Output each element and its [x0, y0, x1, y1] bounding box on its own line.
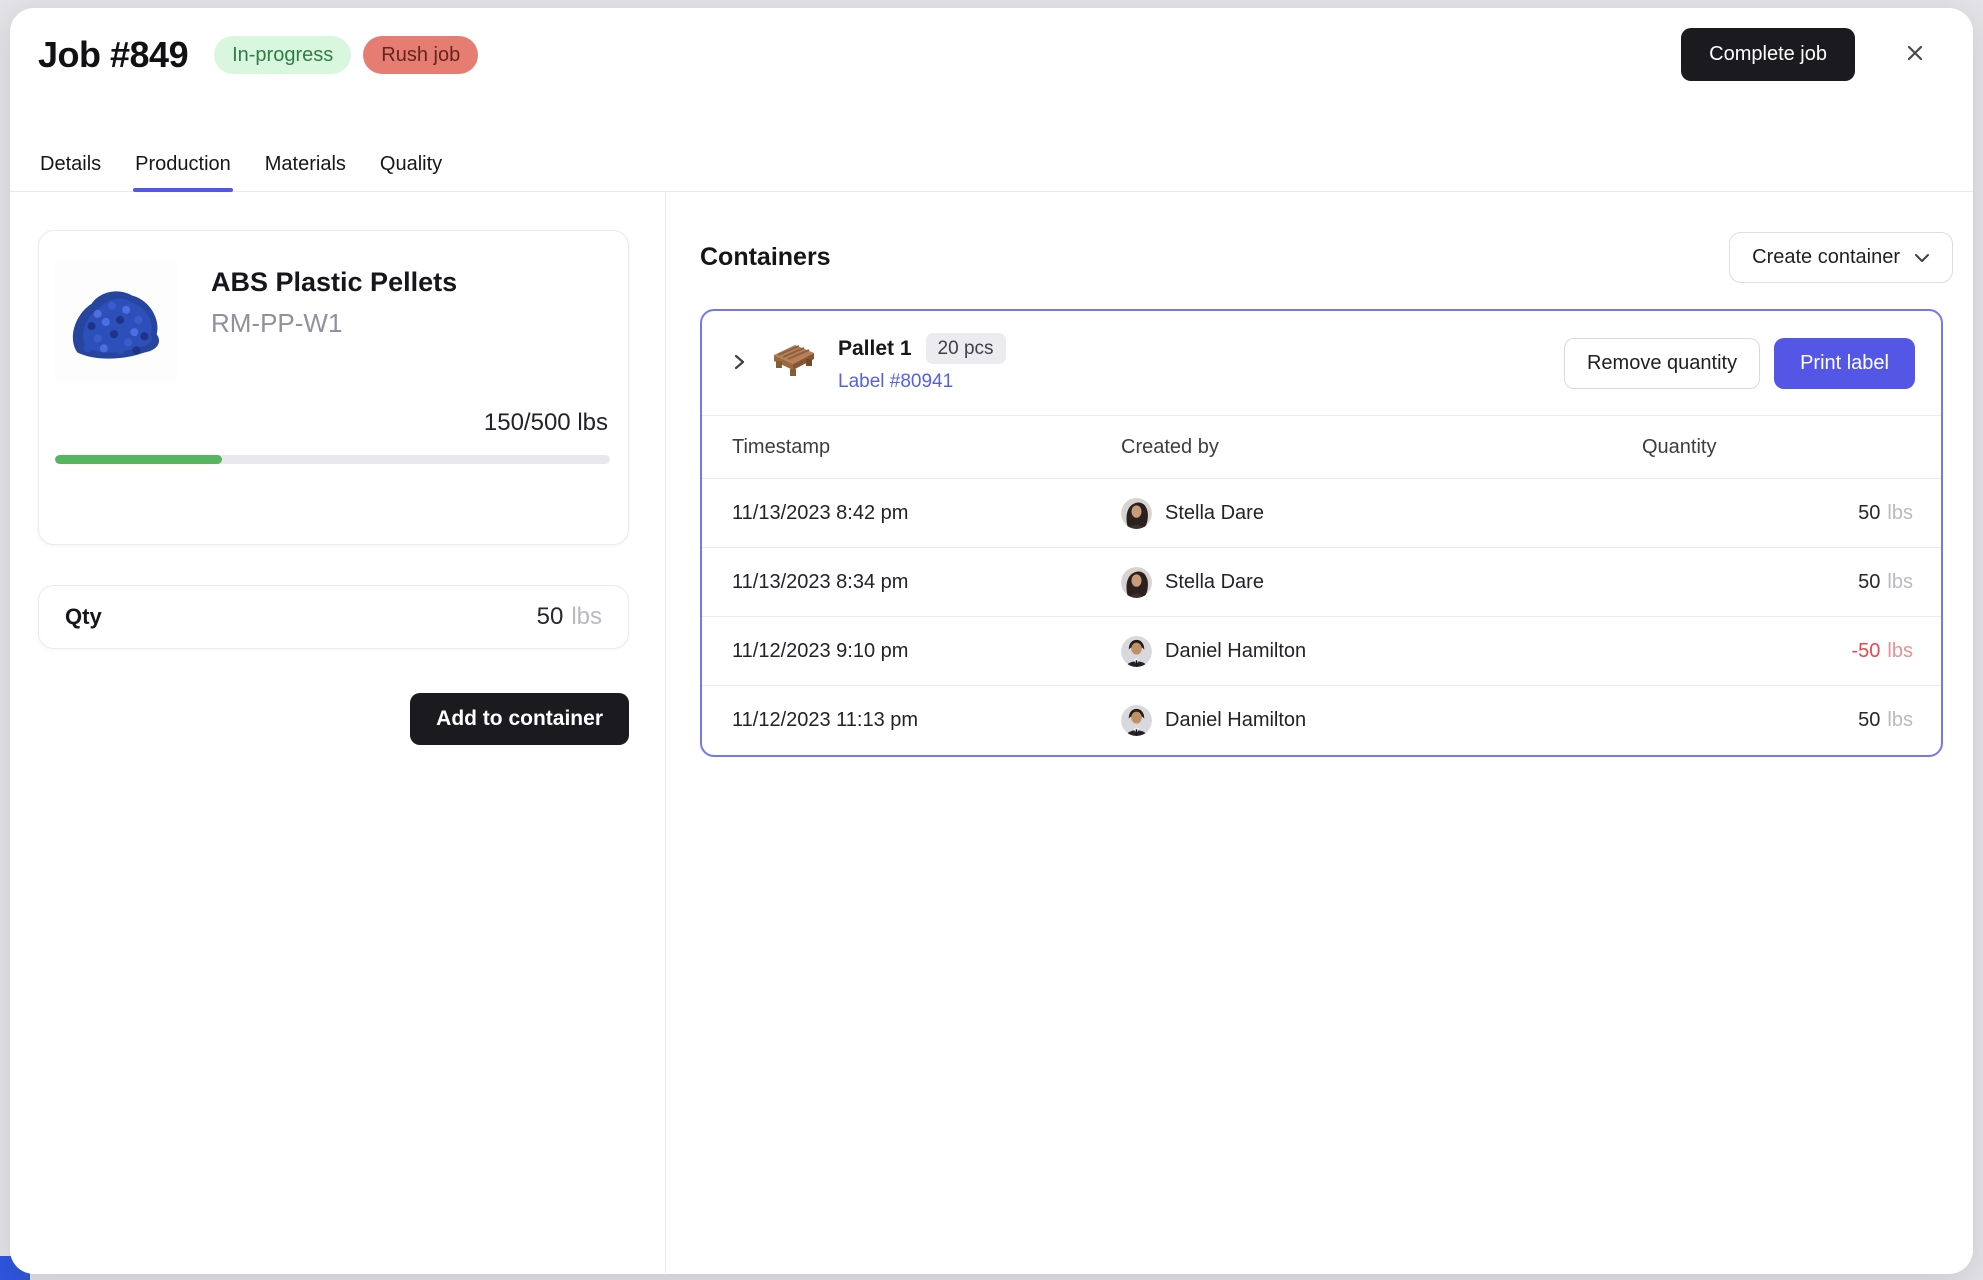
avatar — [1121, 567, 1152, 598]
progress-label: 150/500 lbs — [55, 409, 610, 437]
material-image — [55, 261, 177, 383]
tab-details[interactable]: Details — [38, 153, 103, 192]
pallet-icon — [768, 338, 818, 389]
container-card-pallet-1: Pallet 1 20 pcs Label #80941 Remove quan… — [700, 309, 1943, 757]
table-row: 11/13/2023 8:34 pm Stella Dare — [702, 548, 1941, 617]
complete-job-button[interactable]: Complete job — [1681, 28, 1855, 81]
chevron-down-icon — [1914, 246, 1930, 269]
column-header-timestamp: Timestamp — [702, 416, 1120, 479]
row-quantity-unit: lbs — [1887, 571, 1913, 593]
page-title: Job #849 — [38, 34, 188, 76]
production-pane: ABS Plastic Pellets RM-PP-W1 150/500 lbs… — [10, 192, 666, 1273]
tab-quality[interactable]: Quality — [378, 153, 444, 192]
row-quantity-unit: lbs — [1887, 502, 1913, 524]
table-row: 11/13/2023 8:42 pm Stella Dare — [702, 479, 1941, 548]
material-sku: RM-PP-W1 — [211, 308, 457, 339]
row-quantity: -50 — [1852, 640, 1881, 662]
column-header-quantity: Quantity — [1641, 416, 1941, 479]
row-quantity: 50 — [1858, 571, 1880, 593]
expand-container-button[interactable] — [722, 346, 756, 380]
container-log-table: Timestamp Created by Quantity 11/13/2023… — [702, 415, 1941, 755]
close-icon — [1905, 43, 1925, 66]
chevron-right-icon — [730, 353, 748, 374]
job-modal: Job #849 In-progress Rush job Complete j… — [10, 8, 1973, 1274]
row-quantity: 50 — [1858, 709, 1880, 731]
remove-quantity-button[interactable]: Remove quantity — [1564, 338, 1760, 389]
table-row: 11/12/2023 9:10 pm Da — [702, 617, 1941, 686]
row-created-by: Stella Dare — [1165, 502, 1264, 525]
row-created-by: Stella Dare — [1165, 571, 1264, 594]
status-badge: In-progress — [214, 36, 351, 74]
row-created-by: Daniel Hamilton — [1165, 640, 1306, 663]
tab-materials[interactable]: Materials — [263, 153, 348, 192]
pallet-pcs-badge: 20 pcs — [926, 333, 1006, 364]
row-timestamp: 11/12/2023 11:13 pm — [702, 686, 1120, 755]
avatar — [1121, 498, 1152, 529]
qty-label: Qty — [65, 604, 102, 630]
row-timestamp: 11/13/2023 8:34 pm — [702, 548, 1120, 617]
pallet-name: Pallet 1 — [838, 337, 912, 361]
modal-header: Job #849 In-progress Rush job Complete j… — [10, 8, 1973, 192]
pallet-label-link[interactable]: Label #80941 — [838, 371, 1006, 393]
material-card: ABS Plastic Pellets RM-PP-W1 150/500 lbs — [38, 230, 629, 545]
row-quantity-unit: lbs — [1887, 640, 1913, 662]
quantity-input[interactable]: Qty 50 lbs — [38, 585, 629, 649]
add-to-container-button[interactable]: Add to container — [410, 693, 629, 745]
table-row: 11/12/2023 11:13 pm D — [702, 686, 1941, 755]
material-name: ABS Plastic Pellets — [211, 267, 457, 298]
create-container-button[interactable]: Create container — [1729, 232, 1953, 283]
row-timestamp: 11/12/2023 9:10 pm — [702, 617, 1120, 686]
qty-value: 50 — [537, 603, 564, 631]
containers-title: Containers — [700, 243, 831, 272]
row-timestamp: 11/13/2023 8:42 pm — [702, 479, 1120, 548]
rush-badge: Rush job — [363, 36, 478, 74]
print-label-button[interactable]: Print label — [1774, 338, 1915, 389]
row-quantity: 50 — [1858, 502, 1880, 524]
column-header-created-by: Created by — [1120, 416, 1641, 479]
close-button[interactable] — [1897, 37, 1933, 73]
containers-pane: Containers Create container — [666, 192, 1973, 1273]
create-container-label: Create container — [1752, 246, 1900, 269]
row-created-by: Daniel Hamilton — [1165, 709, 1306, 732]
row-quantity-unit: lbs — [1887, 709, 1913, 731]
tab-production[interactable]: Production — [133, 153, 233, 192]
qty-unit: lbs — [571, 603, 602, 631]
avatar — [1121, 636, 1152, 667]
progress-bar-fill — [55, 455, 222, 464]
avatar — [1121, 705, 1152, 736]
tab-bar: Details Production Materials Quality — [38, 153, 444, 192]
progress-bar — [55, 455, 610, 464]
